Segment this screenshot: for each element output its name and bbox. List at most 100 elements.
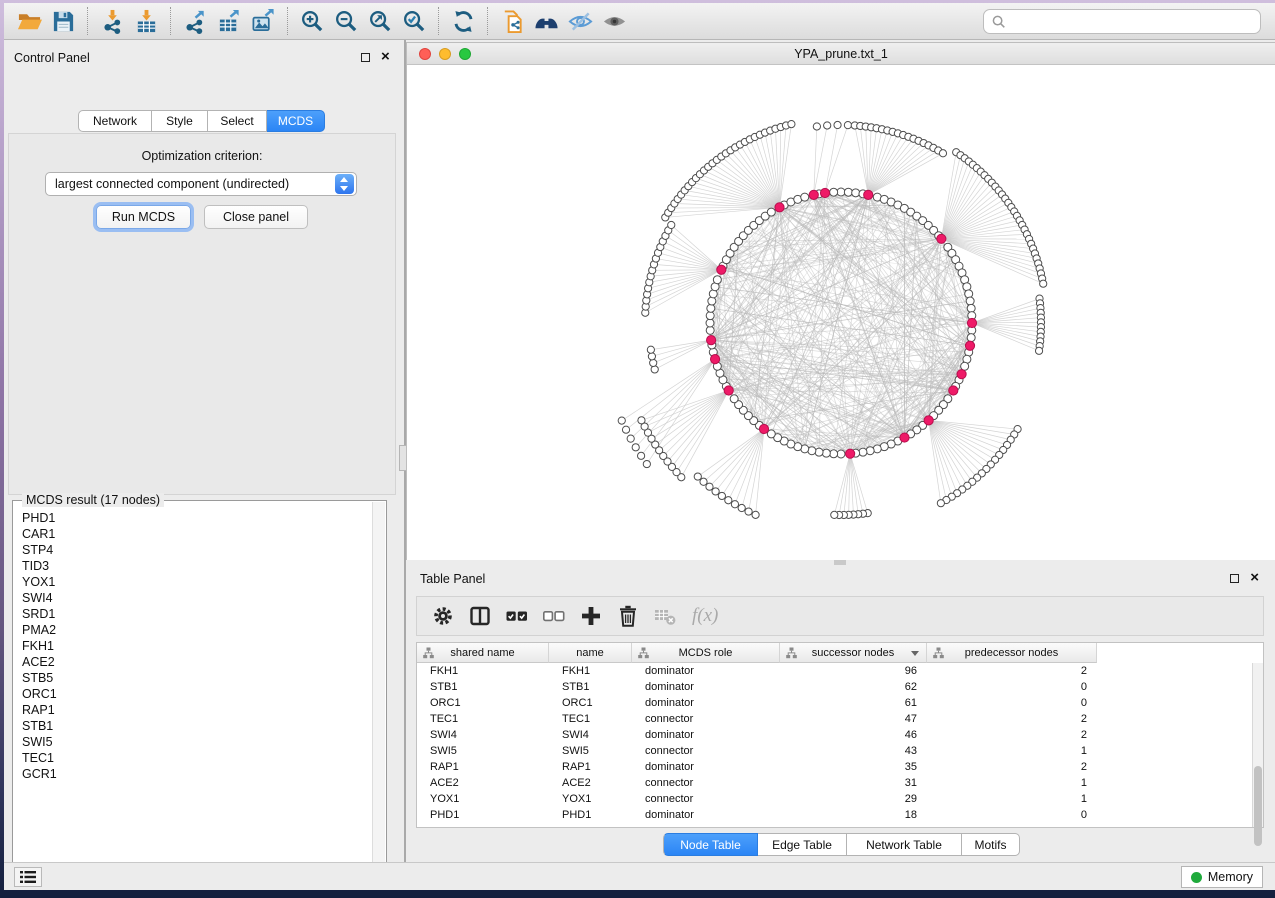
- task-history-list-icon[interactable]: [14, 867, 42, 887]
- table-scrollbar-thumb[interactable]: [1254, 766, 1262, 846]
- export-table-icon[interactable]: [212, 6, 246, 36]
- zoom-in-icon[interactable]: [295, 6, 329, 36]
- table-row[interactable]: YOX1YOX1connector291: [417, 791, 1252, 807]
- table-row[interactable]: ACE2ACE2connector311: [417, 775, 1252, 791]
- column-header-predecessor-nodes[interactable]: predecessor nodes: [927, 643, 1097, 663]
- hierarchy-icon: [786, 647, 797, 659]
- cell: 29: [780, 793, 927, 805]
- run-mcds-button[interactable]: Run MCDS: [96, 205, 191, 229]
- mcds-result-item[interactable]: CAR1: [22, 526, 372, 542]
- mcds-result-item[interactable]: TID3: [22, 558, 372, 574]
- select-all-icon[interactable]: [506, 605, 528, 627]
- tab-edge-table[interactable]: Edge Table: [758, 833, 847, 856]
- import-table-icon[interactable]: [129, 6, 163, 36]
- tab-network[interactable]: Network: [78, 110, 152, 132]
- cell: dominator: [632, 665, 780, 677]
- cell: FKH1: [417, 665, 549, 677]
- mcds-result-item[interactable]: ORC1: [22, 686, 372, 702]
- tab-select[interactable]: Select: [208, 110, 267, 132]
- settings-gear-icon[interactable]: [432, 605, 454, 627]
- tab-motifs[interactable]: Motifs: [962, 833, 1020, 856]
- deselect-all-icon[interactable]: [543, 605, 565, 627]
- open-file-icon[interactable]: [12, 6, 46, 36]
- search-box[interactable]: [983, 9, 1261, 34]
- mcds-result-item[interactable]: FKH1: [22, 638, 372, 654]
- cell: 1: [927, 777, 1097, 789]
- new-network-from-selection-icon[interactable]: [495, 6, 529, 36]
- import-network-icon[interactable]: [95, 6, 129, 36]
- tab-mcds[interactable]: MCDS: [267, 110, 325, 132]
- tab-node-table[interactable]: Node Table: [663, 833, 758, 856]
- table-row[interactable]: SWI4SWI4dominator462: [417, 727, 1252, 743]
- close-panel-icon[interactable]: ×: [381, 52, 390, 62]
- show-all-eye-icon[interactable]: [597, 6, 631, 36]
- table-row[interactable]: STB1STB1dominator620: [417, 679, 1252, 695]
- search-input[interactable]: [1012, 15, 1252, 29]
- network-window-titlebar[interactable]: YPA_prune.txt_1: [407, 43, 1275, 65]
- mcds-result-item[interactable]: PMA2: [22, 622, 372, 638]
- tab-network-table[interactable]: Network Table: [847, 833, 962, 856]
- optimization-select[interactable]: largest connected component (undirected): [45, 172, 357, 196]
- save-session-icon[interactable]: [46, 6, 80, 36]
- first-neighbors-icon[interactable]: [529, 6, 563, 36]
- delete-column-trash-icon[interactable]: [617, 605, 639, 627]
- mcds-result-item[interactable]: TEC1: [22, 750, 372, 766]
- table-row[interactable]: PHD1PHD1dominator180: [417, 807, 1252, 823]
- table-header-row: shared name nameMCDS rolesuccessor nodesp…: [417, 643, 1097, 663]
- mcds-result-item[interactable]: SWI5: [22, 734, 372, 750]
- float-panel-icon[interactable]: [361, 53, 370, 62]
- refresh-icon[interactable]: [446, 6, 480, 36]
- mcds-result-item[interactable]: RAP1: [22, 702, 372, 718]
- close-panel-button[interactable]: Close panel: [204, 205, 308, 229]
- column-header-successor-nodes[interactable]: successor nodes: [780, 643, 927, 663]
- column-header-name[interactable]: name: [549, 643, 632, 663]
- cell: PHD1: [549, 809, 632, 821]
- hide-selected-eye-slash-icon[interactable]: [563, 6, 597, 36]
- add-column-plus-icon[interactable]: [580, 605, 602, 627]
- mcds-result-item[interactable]: YOX1: [22, 574, 372, 590]
- network-graph[interactable]: [407, 65, 1275, 560]
- hierarchy-icon: [638, 647, 649, 659]
- column-header-MCDS-role[interactable]: MCDS role: [632, 643, 780, 663]
- mcds-result-list[interactable]: PHD1CAR1STP4TID3YOX1SWI4SRD1PMA2FKH1ACE2…: [14, 502, 372, 870]
- float-table-panel-icon[interactable]: [1230, 574, 1239, 583]
- mcds-result-item[interactable]: STP4: [22, 542, 372, 558]
- mcds-result-item[interactable]: ACE2: [22, 654, 372, 670]
- zoom-selected-icon[interactable]: [397, 6, 431, 36]
- column-header-shared-name[interactable]: shared name: [417, 643, 549, 663]
- optimization-select-value: largest connected component (undirected): [46, 177, 335, 191]
- table-row[interactable]: SWI5SWI5connector431: [417, 743, 1252, 759]
- close-table-panel-icon[interactable]: ×: [1250, 573, 1259, 583]
- mcds-result-item[interactable]: GCR1: [22, 766, 372, 782]
- memory-button-label: Memory: [1208, 870, 1253, 884]
- mcds-result-scrollbar[interactable]: [372, 502, 385, 870]
- zoom-fit-icon[interactable]: [363, 6, 397, 36]
- cell: 0: [927, 697, 1097, 709]
- cell: 18: [780, 809, 927, 821]
- network-view[interactable]: [407, 65, 1275, 560]
- mcds-result-item[interactable]: PHD1: [22, 510, 372, 526]
- table-row[interactable]: RAP1RAP1dominator352: [417, 759, 1252, 775]
- cell: 2: [927, 713, 1097, 725]
- hierarchy-icon: [933, 647, 944, 659]
- tab-style[interactable]: Style: [152, 110, 208, 132]
- mcds-result-item[interactable]: SRD1: [22, 606, 372, 622]
- table-row[interactable]: ORC1ORC1dominator610: [417, 695, 1252, 711]
- mcds-result-item[interactable]: STB1: [22, 718, 372, 734]
- mcds-result-item[interactable]: STB5: [22, 670, 372, 686]
- table-row[interactable]: FKH1FKH1dominator962: [417, 663, 1252, 679]
- export-network-icon[interactable]: [178, 6, 212, 36]
- export-image-icon[interactable]: [246, 6, 280, 36]
- cell: 61: [780, 697, 927, 709]
- zoom-out-icon[interactable]: [329, 6, 363, 36]
- application-window: Control Panel × NetworkStyleSelectMCDS O…: [4, 3, 1275, 890]
- mcds-result-item[interactable]: SWI4: [22, 590, 372, 606]
- toolbar-separator: [487, 7, 488, 35]
- show-hide-columns-icon[interactable]: [469, 605, 491, 627]
- table-row[interactable]: TEC1TEC1connector472: [417, 711, 1252, 727]
- memory-button[interactable]: Memory: [1181, 866, 1263, 888]
- node-table[interactable]: shared name nameMCDS rolesuccessor nodesp…: [416, 642, 1264, 828]
- column-label: shared name: [450, 647, 514, 659]
- cell: dominator: [632, 729, 780, 741]
- table-scrollbar[interactable]: [1252, 663, 1263, 827]
